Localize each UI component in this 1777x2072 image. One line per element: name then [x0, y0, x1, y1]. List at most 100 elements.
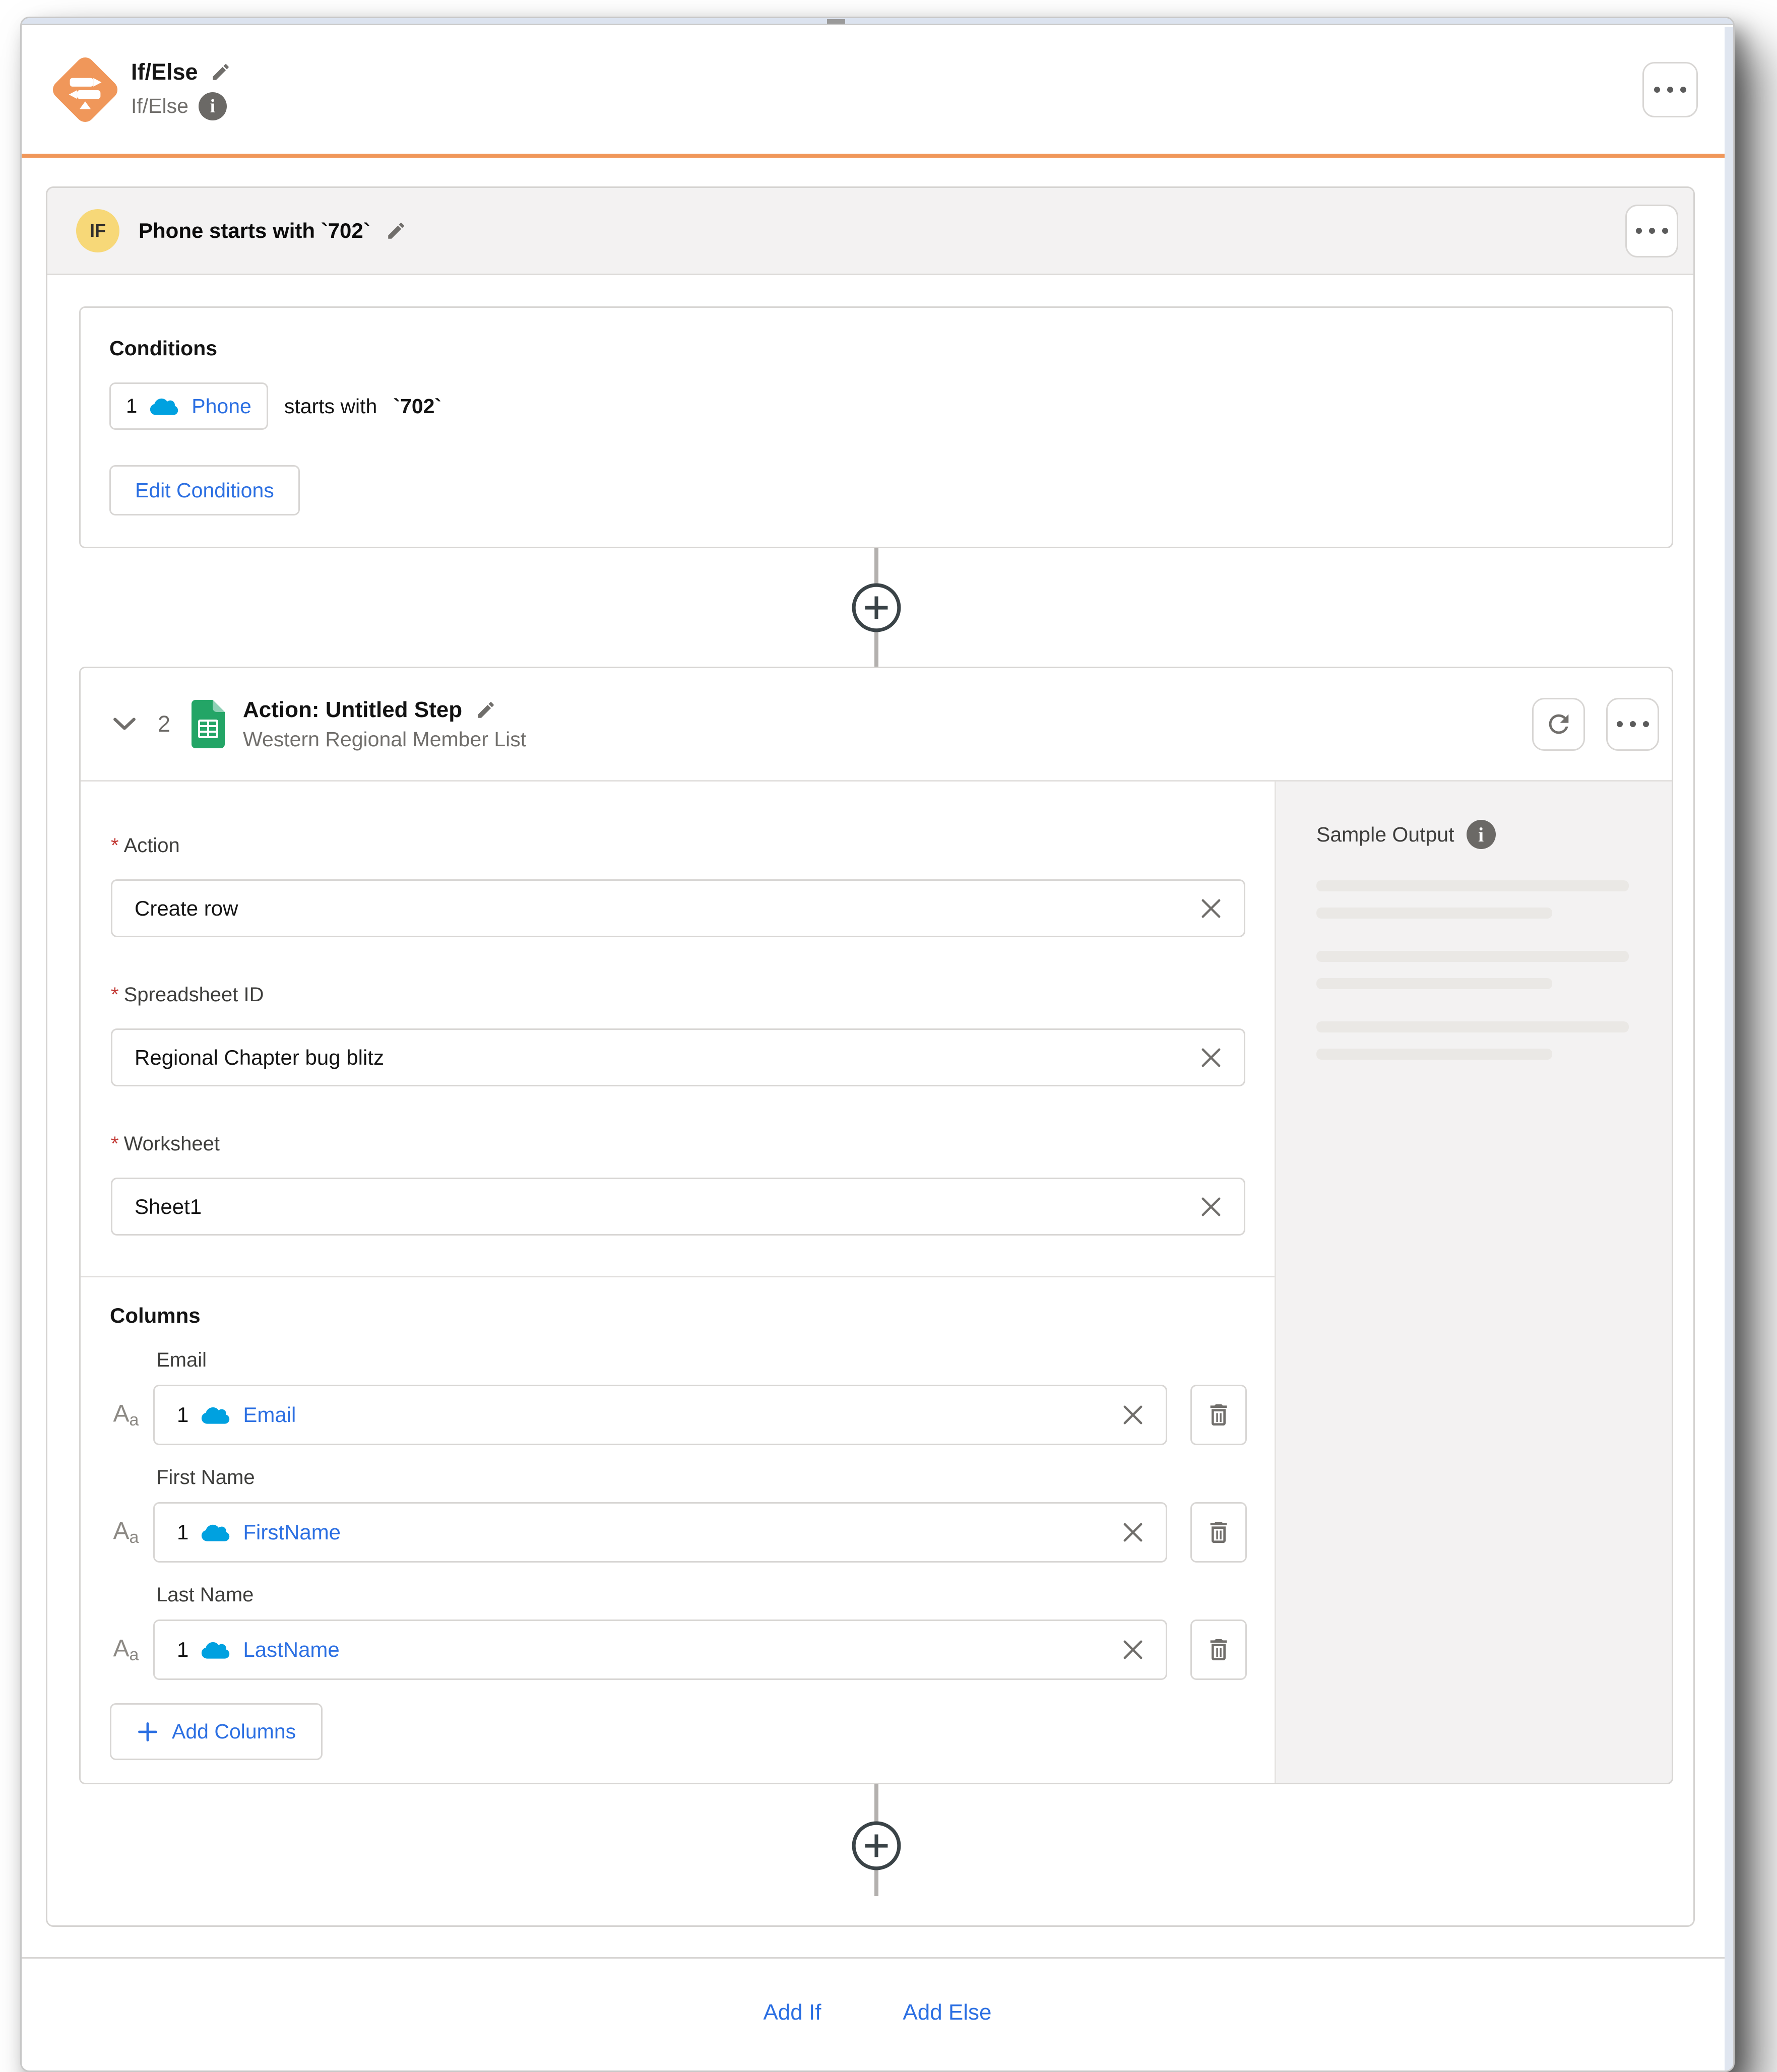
condition-field-chip[interactable]: 1 Phone: [109, 382, 268, 430]
if-badge: IF: [76, 209, 119, 252]
if-branch-body: Conditions 1 Phone starts with `702` Edi…: [47, 275, 1693, 1925]
skeleton-line: [1316, 951, 1629, 962]
delete-column-button[interactable]: [1190, 1620, 1247, 1680]
horizontal-scrollbar[interactable]: [22, 18, 1733, 25]
action-step-titles: Action: Untitled Step Western Regional M…: [243, 697, 526, 751]
columns-section: Columns Email Aa 1 Email First Name Aa 1…: [81, 1277, 1275, 1783]
column-mapping-input[interactable]: 1 Email: [153, 1385, 1167, 1445]
required-marker: *: [111, 834, 119, 857]
if-branch-menu-button[interactable]: [1625, 204, 1678, 257]
footer-divider: [22, 1957, 1733, 1959]
step-connector: [79, 548, 1673, 667]
edit-step-title-icon[interactable]: [475, 699, 496, 721]
skeleton-line: [1316, 978, 1552, 989]
add-columns-button[interactable]: Add Columns: [110, 1703, 323, 1760]
action-step-subtitle: Western Regional Member List: [243, 727, 527, 751]
worksheet-field: * Worksheet Sheet1: [111, 1133, 1245, 1236]
if-else-signpost-icon: [52, 57, 118, 122]
if-branch-title: Phone starts with `702`: [139, 219, 370, 242]
column-index: 1: [177, 1520, 189, 1544]
column-row: Aa 1 FirstName: [110, 1502, 1247, 1563]
sample-output-panel: Sample Output i: [1275, 782, 1672, 1783]
columns-heading: Columns: [110, 1304, 201, 1327]
text-type-Aa-icon: Aa: [113, 1518, 139, 1547]
sample-output-heading: Sample Output: [1316, 822, 1454, 846]
action-select-value: Create row: [135, 896, 238, 920]
worksheet-label: Worksheet: [123, 1133, 220, 1155]
worksheet-value: Sheet1: [135, 1194, 202, 1218]
clear-icon[interactable]: [1200, 1047, 1222, 1068]
chevron-down-icon[interactable]: [112, 717, 137, 732]
edit-branch-title-icon[interactable]: [386, 220, 407, 241]
step-number: 2: [158, 711, 171, 737]
clear-icon[interactable]: [1122, 1522, 1144, 1543]
condition-field: Phone: [192, 394, 251, 418]
trash-icon: [1210, 1639, 1227, 1660]
column-label: First Name: [156, 1466, 255, 1488]
info-icon[interactable]: i: [198, 92, 227, 120]
condition-value: `702`: [393, 394, 442, 418]
kebab-menu-icon: [1654, 86, 1660, 93]
plus-icon: [138, 1722, 157, 1741]
action-field-label: Action: [123, 834, 180, 857]
refresh-icon: [1549, 714, 1568, 734]
footer-actions: Add If Add Else: [22, 2000, 1733, 2025]
clear-icon[interactable]: [1122, 1404, 1144, 1426]
google-sheets-icon: [192, 700, 225, 748]
conditions-card: Conditions 1 Phone starts with `702` Edi…: [79, 306, 1673, 548]
skeleton-line: [1316, 880, 1629, 891]
vertical-scrollbar[interactable]: [1725, 27, 1733, 2070]
column-mapping-input[interactable]: 1 LastName: [153, 1620, 1167, 1680]
text-type-Aa-icon: Aa: [113, 1635, 139, 1664]
condition-operator: starts with: [284, 394, 377, 418]
step-menu-button[interactable]: [1606, 697, 1659, 751]
add-else-link[interactable]: Add Else: [903, 2000, 991, 2025]
delete-column-button[interactable]: [1190, 1502, 1247, 1563]
column-mapping-input[interactable]: 1 FirstName: [153, 1502, 1167, 1563]
action-step-card: 2 Action: Untitled Step Western Regional…: [79, 667, 1673, 1784]
refresh-step-button[interactable]: [1532, 697, 1585, 751]
condition-row: 1 Phone starts with `702`: [109, 382, 1652, 430]
worksheet-select[interactable]: Sheet1: [111, 1178, 1245, 1236]
condition-index: 1: [126, 395, 138, 417]
info-icon[interactable]: i: [1466, 820, 1496, 849]
action-step-header: 2 Action: Untitled Step Western Regional…: [81, 668, 1672, 782]
skeleton-line: [1316, 1049, 1552, 1060]
clear-icon[interactable]: [1122, 1639, 1144, 1660]
column-mapped-field: Email: [243, 1403, 296, 1427]
salesforce-cloud-icon: [202, 1642, 230, 1659]
if-branch-header: IF Phone starts with `702`: [47, 188, 1693, 275]
spreadsheet-id-value: Regional Chapter bug blitz: [135, 1045, 384, 1069]
delete-column-button[interactable]: [1190, 1385, 1247, 1445]
if-branch-card: IF Phone starts with `702` Conditions 1: [46, 186, 1695, 1927]
add-step-icon[interactable]: [851, 582, 902, 633]
column-mapped-field: LastName: [243, 1638, 340, 1661]
header-text: If/Else If/Else i: [131, 59, 231, 120]
add-step-icon[interactable]: [851, 1820, 902, 1871]
spreadsheet-id-select[interactable]: Regional Chapter bug blitz: [111, 1028, 1245, 1086]
kebab-menu-icon: [1616, 721, 1623, 727]
salesforce-cloud-icon: [150, 398, 178, 415]
edit-conditions-button[interactable]: Edit Conditions: [109, 465, 300, 515]
spreadsheet-id-label: Spreadsheet ID: [123, 984, 264, 1006]
action-form: * Action Create row * Spreadsheet ID Regio…: [81, 782, 1275, 1783]
skeleton-line: [1316, 1021, 1629, 1032]
spreadsheet-id-field: * Spreadsheet ID Regional Chapter bug bli…: [111, 984, 1245, 1086]
conditions-heading: Conditions: [109, 337, 218, 360]
step-connector: [79, 1784, 1673, 1896]
clear-icon[interactable]: [1200, 1196, 1222, 1217]
column-mapped-field: FirstName: [243, 1520, 341, 1544]
header: If/Else If/Else i: [22, 25, 1733, 158]
kebab-menu-icon: [1635, 228, 1642, 234]
page-subtitle: If/Else: [131, 94, 188, 117]
action-step-body: * Action Create row * Spreadsheet ID Regio…: [81, 782, 1672, 1783]
edit-title-icon[interactable]: [210, 61, 231, 83]
horizontal-scrollbar-thumb[interactable]: [827, 19, 845, 24]
clear-icon[interactable]: [1200, 898, 1222, 919]
column-label: Email: [156, 1349, 207, 1371]
header-menu-button[interactable]: [1642, 61, 1698, 117]
action-field: * Action Create row: [111, 834, 1245, 937]
add-if-link[interactable]: Add If: [763, 2000, 821, 2025]
action-select[interactable]: Create row: [111, 879, 1245, 937]
skeleton-line: [1316, 908, 1552, 919]
